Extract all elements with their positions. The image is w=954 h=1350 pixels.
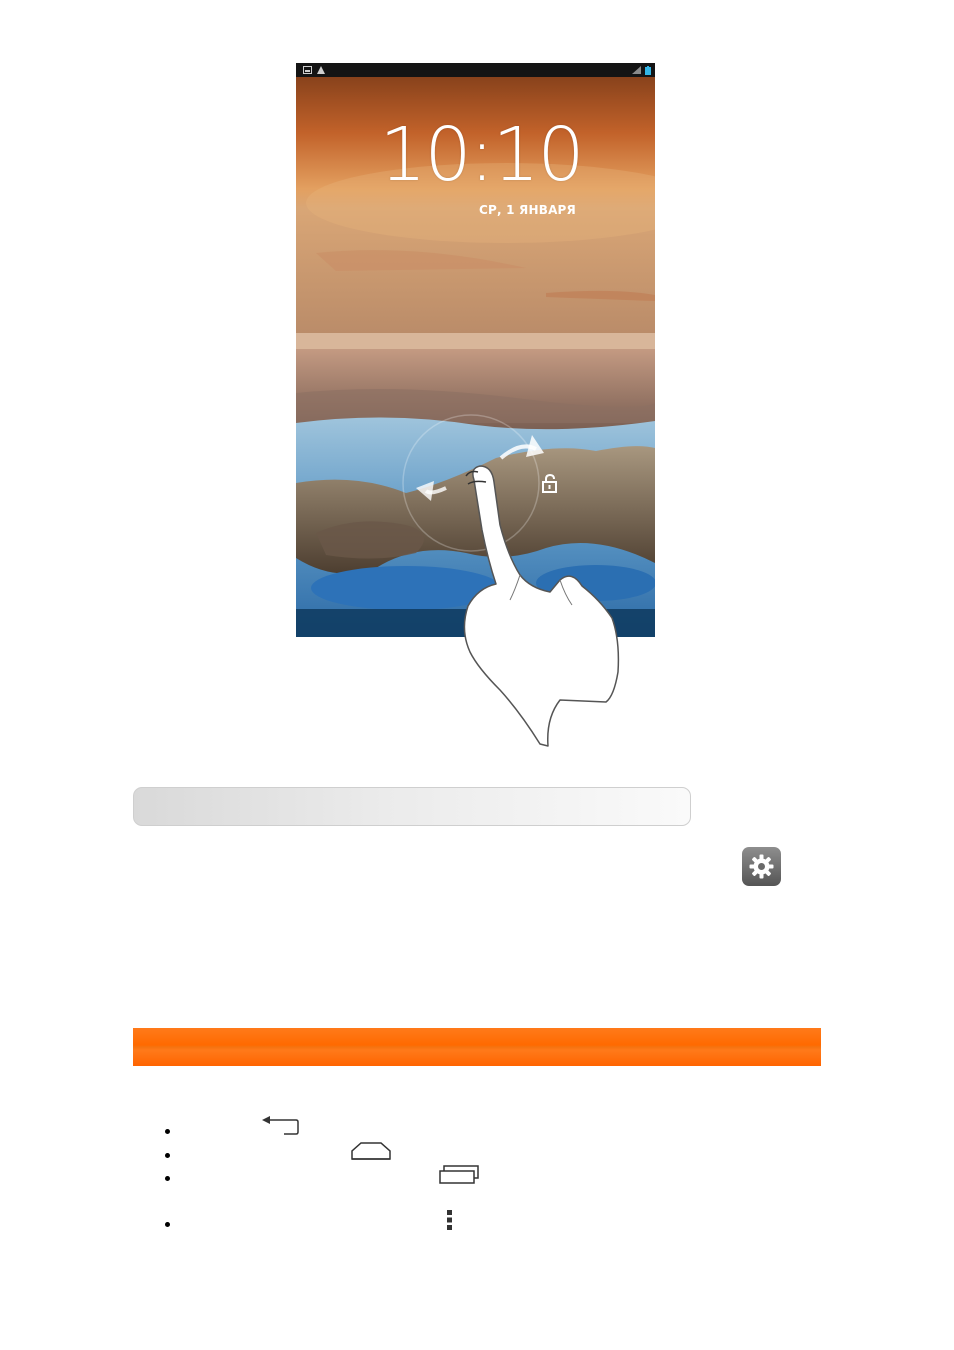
list-bullet xyxy=(165,1176,170,1181)
back-arrow-icon xyxy=(262,1116,299,1135)
section-title-bar xyxy=(133,1028,821,1066)
menu-dots-icon xyxy=(447,1210,452,1230)
gear-icon xyxy=(749,854,774,879)
list-bullet xyxy=(165,1153,170,1158)
section-heading-bar xyxy=(133,787,691,826)
settings-icon xyxy=(742,847,781,886)
list-bullet xyxy=(165,1222,170,1227)
home-icon xyxy=(351,1142,391,1160)
pointing-hand-illustration xyxy=(463,465,620,747)
recent-apps-icon xyxy=(439,1165,479,1184)
list-bullet xyxy=(165,1129,170,1134)
